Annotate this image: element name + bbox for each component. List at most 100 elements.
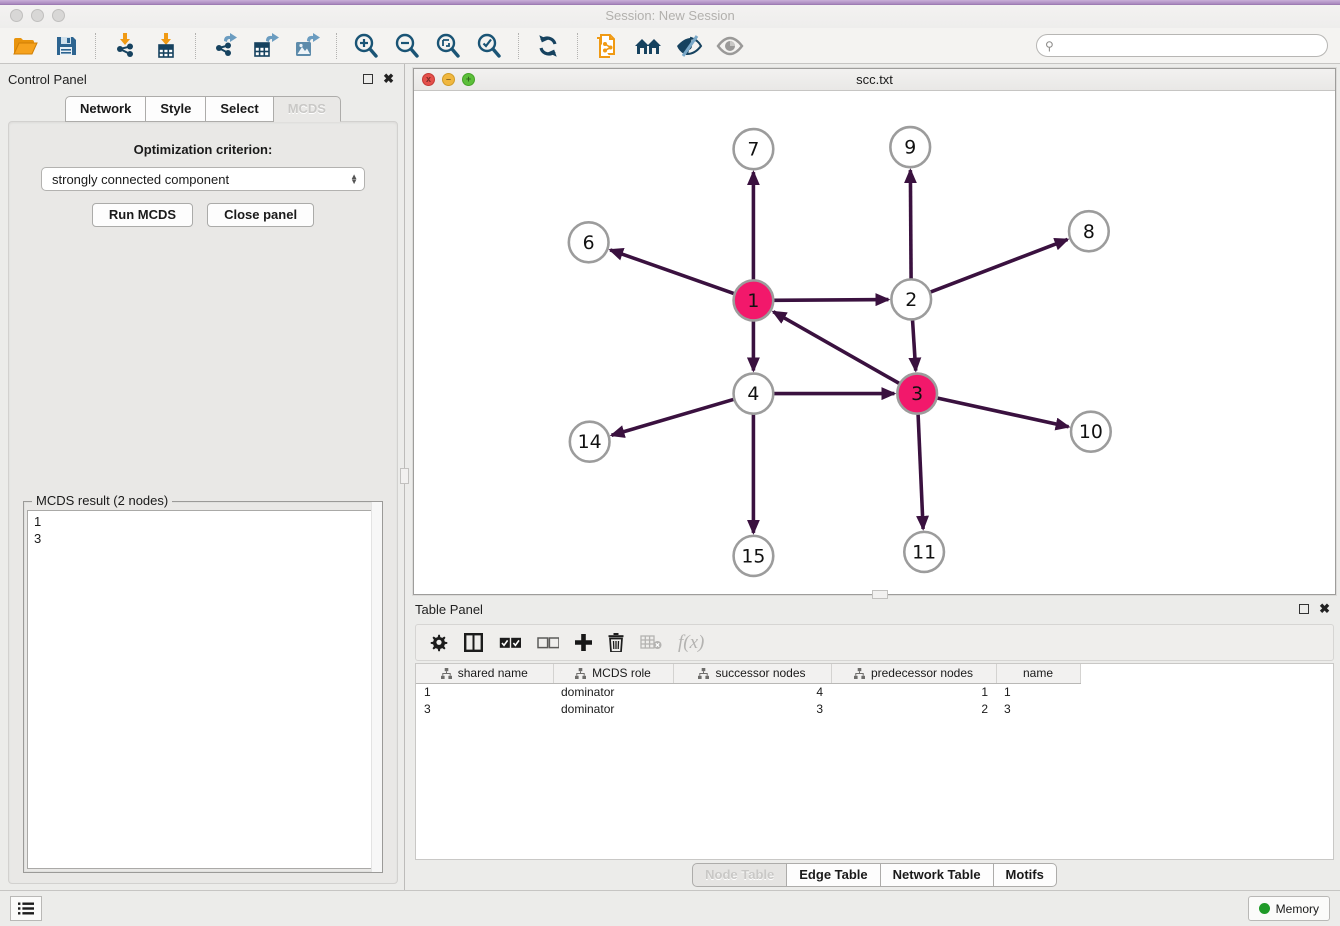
- import-table-icon[interactable]: [149, 31, 183, 61]
- tab-style[interactable]: Style: [146, 96, 206, 122]
- zoom-fit-icon[interactable]: [431, 31, 465, 61]
- table-cell[interactable]: dominator: [553, 684, 673, 702]
- delete-column-trash-icon[interactable]: [608, 633, 624, 652]
- edge-3-10[interactable]: [937, 398, 1069, 427]
- network-window-titlebar[interactable]: x – + scc.txt: [414, 69, 1335, 91]
- memory-status-icon: [1259, 903, 1270, 914]
- edge-2-9[interactable]: [910, 170, 911, 279]
- node-label-15: 15: [741, 545, 765, 567]
- network-overview-icon[interactable]: [590, 31, 624, 61]
- mcds-result-text[interactable]: 1 3: [27, 510, 379, 869]
- close-panel-icon[interactable]: ✖: [383, 74, 394, 84]
- hierarchy-icon: [575, 668, 586, 679]
- float-panel-icon[interactable]: [363, 74, 373, 84]
- search-input[interactable]: [1059, 39, 1319, 53]
- table-cell[interactable]: 1: [416, 684, 553, 702]
- add-column-icon[interactable]: [575, 634, 592, 651]
- table-row[interactable]: 1dominator411: [416, 684, 1080, 702]
- control-panel: Control Panel ✖ NetworkStyleSelectMCDS O…: [0, 64, 404, 890]
- edge-1-6[interactable]: [610, 250, 734, 294]
- import-network-icon[interactable]: [108, 31, 142, 61]
- zoom-out-icon[interactable]: [390, 31, 424, 61]
- session-title: Session: New Session: [0, 8, 1340, 23]
- toolbar-separator: [336, 33, 337, 59]
- search-field[interactable]: ⚲: [1036, 34, 1328, 57]
- open-session-icon[interactable]: [8, 31, 42, 61]
- node-label-11: 11: [912, 541, 936, 563]
- mcds-result-scrollbar[interactable]: [371, 502, 382, 872]
- tab-edge-table[interactable]: Edge Table: [787, 863, 880, 887]
- tab-select[interactable]: Select: [206, 96, 273, 122]
- column-header-shared-name[interactable]: shared name: [416, 664, 553, 684]
- edge-4-14[interactable]: [612, 399, 735, 435]
- table-cell[interactable]: dominator: [553, 701, 673, 718]
- column-header-predecessor-nodes[interactable]: predecessor nodes: [831, 664, 996, 684]
- close-panel-button[interactable]: Close panel: [207, 203, 314, 227]
- zoom-selected-icon[interactable]: [472, 31, 506, 61]
- optimization-criterion-label: Optimization criterion:: [23, 142, 383, 157]
- column-header-successor-nodes[interactable]: successor nodes: [673, 664, 831, 684]
- node-label-1: 1: [747, 290, 759, 312]
- table-cell[interactable]: 3: [416, 701, 553, 718]
- zoom-in-icon[interactable]: [349, 31, 383, 61]
- memory-button[interactable]: Memory: [1248, 896, 1330, 921]
- function-builder-icon: f(x): [678, 632, 704, 654]
- network-graph[interactable]: 7968124314101511: [414, 91, 1335, 594]
- panel-splitter[interactable]: [404, 64, 409, 890]
- node-label-7: 7: [747, 139, 759, 161]
- network-canvas[interactable]: 7968124314101511: [414, 91, 1335, 594]
- close-table-panel-icon[interactable]: ✖: [1319, 604, 1330, 614]
- delete-table-disabled-icon: [640, 635, 662, 650]
- table-row[interactable]: 3dominator323: [416, 701, 1080, 718]
- edge-3-1[interactable]: [773, 312, 900, 384]
- edge-2-3[interactable]: [912, 319, 915, 370]
- hierarchy-icon: [441, 668, 452, 679]
- node-label-14: 14: [578, 431, 602, 453]
- tab-network-table[interactable]: Network Table: [881, 863, 994, 887]
- column-header-MCDS-role[interactable]: MCDS role: [553, 664, 673, 684]
- table-cell[interactable]: 1: [996, 684, 1080, 702]
- hierarchy-icon: [698, 668, 709, 679]
- memory-label: Memory: [1276, 902, 1319, 916]
- tab-network[interactable]: Network: [65, 96, 146, 122]
- export-image-icon[interactable]: [290, 31, 324, 61]
- column-layout-icon[interactable]: [464, 633, 483, 652]
- table-cell[interactable]: 3: [996, 701, 1080, 718]
- clear-checks-icon[interactable]: [537, 637, 559, 649]
- node-table[interactable]: shared nameMCDS rolesuccessor nodesprede…: [415, 663, 1334, 860]
- edge-3-11[interactable]: [918, 414, 923, 529]
- refresh-icon[interactable]: [531, 31, 565, 61]
- edge-1-2[interactable]: [773, 300, 888, 301]
- status-bar: Memory: [0, 890, 1340, 926]
- control-panel-title: Control Panel: [8, 72, 363, 87]
- table-settings-gear-icon[interactable]: [430, 634, 448, 652]
- run-mcds-button[interactable]: Run MCDS: [92, 203, 193, 227]
- home-layout-icon[interactable]: [631, 31, 665, 61]
- search-icon: ⚲: [1045, 39, 1054, 53]
- eye-disabled-icon[interactable]: [713, 31, 747, 61]
- tab-node-table[interactable]: Node Table: [692, 863, 787, 887]
- table-cell[interactable]: 1: [831, 684, 996, 702]
- table-cell[interactable]: 3: [673, 701, 831, 718]
- export-network-icon[interactable]: [208, 31, 242, 61]
- edge-2-8[interactable]: [930, 239, 1068, 292]
- splitter-grip[interactable]: [400, 468, 409, 484]
- float-table-panel-icon[interactable]: [1299, 604, 1309, 614]
- hide-graphics-details-icon[interactable]: [672, 31, 706, 61]
- task-history-button[interactable]: [10, 896, 42, 921]
- tab-mcds[interactable]: MCDS: [274, 96, 341, 122]
- node-label-8: 8: [1083, 221, 1095, 243]
- table-cell[interactable]: 2: [831, 701, 996, 718]
- column-header-name[interactable]: name: [996, 664, 1080, 684]
- node-label-2: 2: [905, 289, 917, 311]
- export-table-icon[interactable]: [249, 31, 283, 61]
- save-session-icon[interactable]: [49, 31, 83, 61]
- horizontal-splitter-grip[interactable]: [872, 590, 888, 599]
- select-all-checks-icon[interactable]: [499, 637, 521, 649]
- table-header-row: shared nameMCDS rolesuccessor nodesprede…: [416, 664, 1080, 684]
- optimization-criterion-select[interactable]: strongly connected component ▲▼: [41, 167, 365, 191]
- table-cell[interactable]: 4: [673, 684, 831, 702]
- table-toolbar: f(x): [415, 624, 1334, 661]
- list-icon: [18, 902, 34, 915]
- tab-motifs[interactable]: Motifs: [994, 863, 1057, 887]
